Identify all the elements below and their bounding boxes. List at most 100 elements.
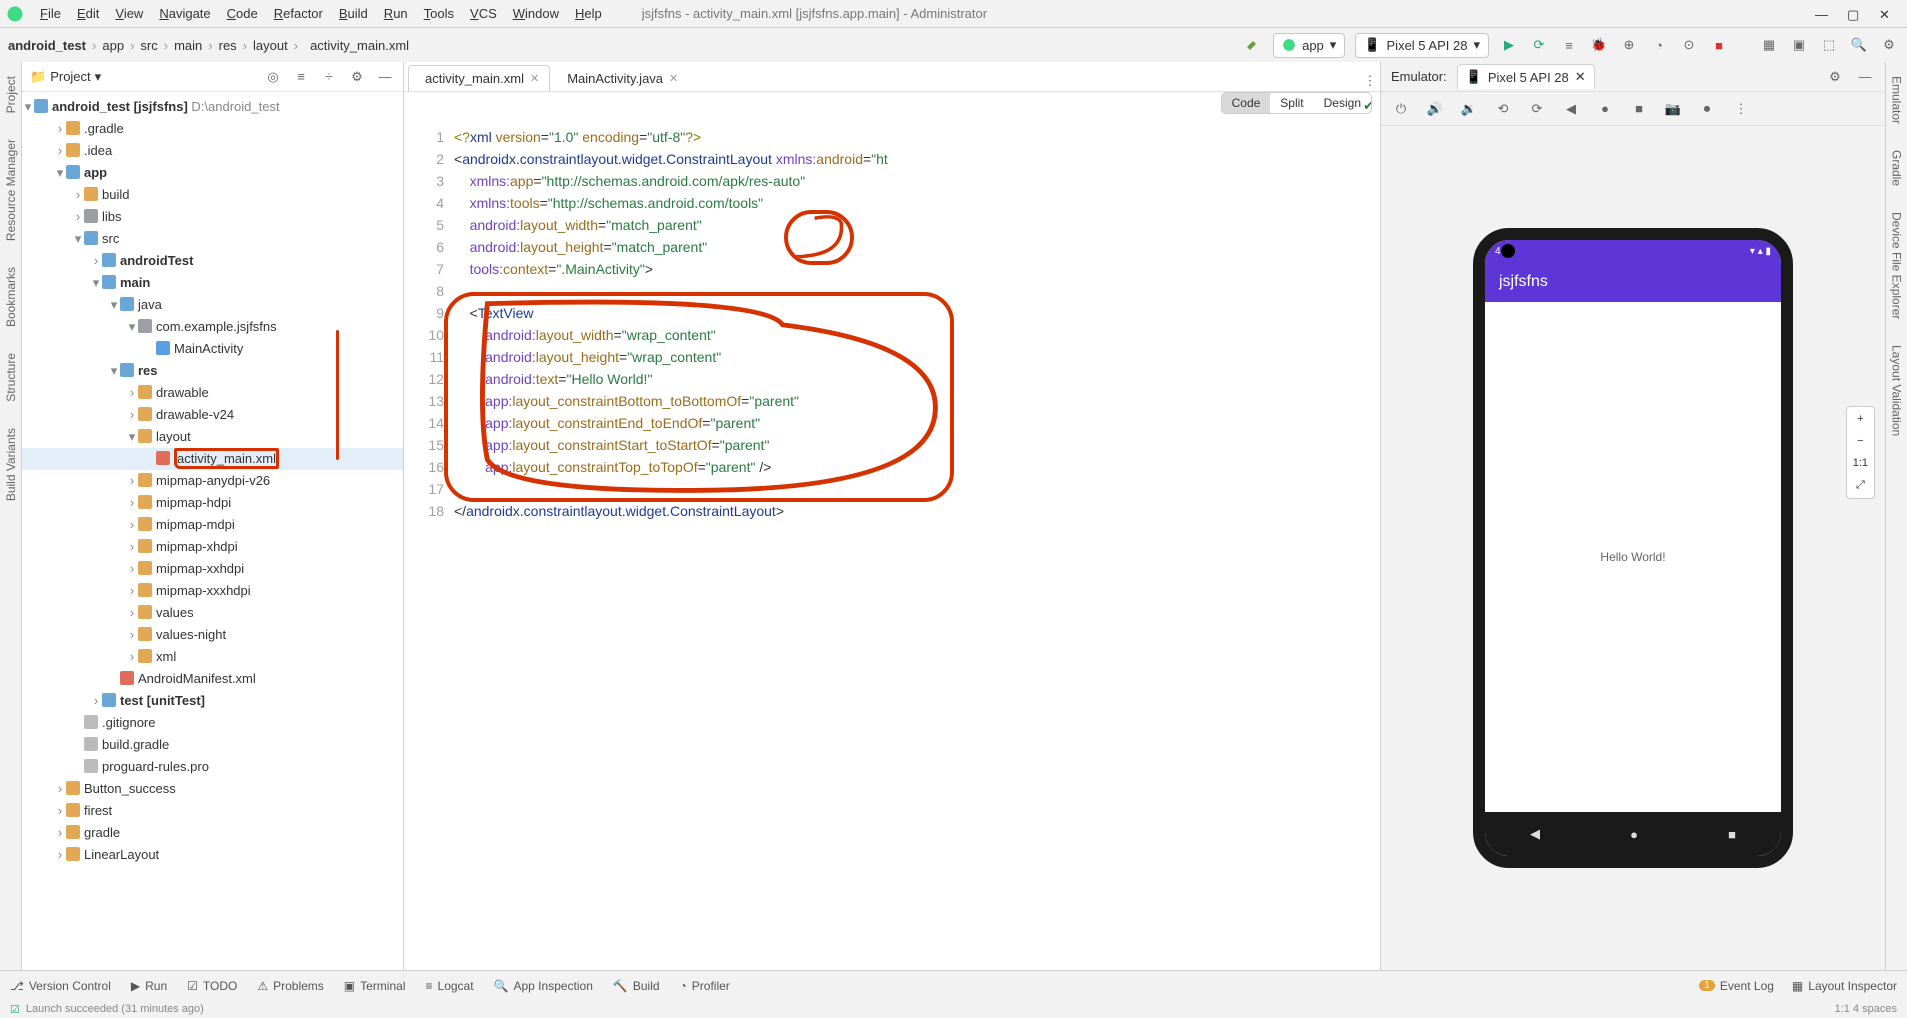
- menu-file[interactable]: File: [34, 4, 67, 23]
- breadcrumb-item[interactable]: src: [140, 38, 157, 53]
- menu-refactor[interactable]: Refactor: [268, 4, 329, 23]
- device-selector[interactable]: 📱 Pixel 5 API 28 ▾: [1355, 33, 1489, 58]
- breadcrumb-item[interactable]: android_test: [8, 38, 86, 53]
- code-line[interactable]: <?xml version="1.0" encoding="utf-8"?>: [454, 126, 1380, 148]
- bottom-problems[interactable]: ⚠Problems: [257, 979, 323, 993]
- menu-tools[interactable]: Tools: [418, 4, 460, 23]
- tree-item-test-unittest-[interactable]: ›test [unitTest]: [22, 690, 403, 712]
- tree-item--idea[interactable]: ›.idea: [22, 140, 403, 162]
- left-tab-structure[interactable]: Structure: [4, 347, 18, 408]
- tree-arrow-icon[interactable]: ›: [126, 493, 138, 513]
- tree-item-libs[interactable]: ›libs: [22, 206, 403, 228]
- tree-arrow-icon[interactable]: ▾: [90, 273, 102, 293]
- code-line[interactable]: app:layout_constraintStart_toStartOf="pa…: [454, 434, 1380, 456]
- tree-item-activity-main-xml[interactable]: activity_main.xml: [22, 448, 403, 470]
- emulator-tab[interactable]: 📱 Pixel 5 API 28 ✕: [1457, 64, 1595, 89]
- tree-item-build[interactable]: ›build: [22, 184, 403, 206]
- event-log-button[interactable]: 1 Event Log: [1699, 979, 1774, 993]
- nav-overview-icon[interactable]: ■: [1728, 827, 1736, 842]
- code-line[interactable]: app:layout_constraintTop_toTopOf="parent…: [454, 456, 1380, 478]
- tree-arrow-icon[interactable]: ›: [90, 251, 102, 271]
- tree-item-mainactivity[interactable]: MainActivity: [22, 338, 403, 360]
- tree-item-linearlayout[interactable]: ›LinearLayout: [22, 844, 403, 866]
- profiler-icon[interactable]: ◔: [1649, 35, 1669, 55]
- breadcrumb-item[interactable]: activity_main.xml: [310, 38, 409, 53]
- tree-item-mipmap-xhdpi[interactable]: ›mipmap-xhdpi: [22, 536, 403, 558]
- tree-arrow-icon[interactable]: ▾: [54, 163, 66, 183]
- tree-arrow-icon[interactable]: ›: [126, 581, 138, 601]
- menu-edit[interactable]: Edit: [71, 4, 105, 23]
- tree-item--gradle[interactable]: ›.gradle: [22, 118, 403, 140]
- code-line[interactable]: app:layout_constraintBottom_toBottomOf="…: [454, 390, 1380, 412]
- tree-arrow-icon[interactable]: ›: [126, 537, 138, 557]
- right-tab-device-file-explorer[interactable]: Device File Explorer: [1890, 206, 1904, 325]
- tree-arrow-icon[interactable]: ▾: [126, 427, 138, 447]
- apply-code-changes-icon[interactable]: ≡: [1559, 35, 1579, 55]
- project-view-selector[interactable]: 📁 Project ▾: [30, 69, 101, 85]
- bottom-profiler[interactable]: ◔Profiler: [680, 979, 730, 993]
- apply-changes-icon[interactable]: ⟳: [1529, 35, 1549, 55]
- screenshot-icon[interactable]: 📷: [1663, 99, 1683, 119]
- tree-arrow-icon[interactable]: ›: [54, 823, 66, 843]
- tree-item-mipmap-mdpi[interactable]: ›mipmap-mdpi: [22, 514, 403, 536]
- tree-item-xml[interactable]: ›xml: [22, 646, 403, 668]
- tree-item-app[interactable]: ▾app: [22, 162, 403, 184]
- tree-item-mipmap-xxhdpi[interactable]: ›mipmap-xxhdpi: [22, 558, 403, 580]
- code-editor[interactable]: 123456789101112131415161718 <?xml versio…: [404, 92, 1380, 970]
- tree-item-layout[interactable]: ▾layout: [22, 426, 403, 448]
- tree-item--gitignore[interactable]: .gitignore: [22, 712, 403, 734]
- more-tabs-icon[interactable]: ⋮: [1360, 71, 1380, 91]
- bottom-app-inspection[interactable]: 🔍App Inspection: [494, 979, 593, 993]
- tree-arrow-icon[interactable]: ›: [126, 471, 138, 491]
- code-line[interactable]: android:text="Hello World!": [454, 368, 1380, 390]
- layout-inspector-button[interactable]: ▦ Layout Inspector: [1792, 979, 1897, 993]
- code-line[interactable]: app:layout_constraintEnd_toEndOf="parent…: [454, 412, 1380, 434]
- left-tab-bookmarks[interactable]: Bookmarks: [4, 261, 18, 333]
- editor-tab-activity_main-xml[interactable]: activity_main.xml✕: [408, 65, 550, 91]
- tree-arrow-icon[interactable]: ›: [54, 119, 66, 139]
- tree-arrow-icon[interactable]: ▾: [72, 229, 84, 249]
- tree-arrow-icon[interactable]: ›: [126, 405, 138, 425]
- code-line[interactable]: android:layout_width="wrap_content": [454, 324, 1380, 346]
- tree-item-values[interactable]: ›values: [22, 602, 403, 624]
- tree-arrow-icon[interactable]: ›: [54, 141, 66, 161]
- code-text[interactable]: <?xml version="1.0" encoding="utf-8"?><a…: [454, 122, 1380, 970]
- device-nav-bar[interactable]: ◀ ● ■: [1485, 812, 1781, 856]
- tree-arrow-icon[interactable]: ›: [72, 207, 84, 227]
- view-mode-selector[interactable]: CodeSplitDesign: [1221, 92, 1372, 114]
- code-line[interactable]: <androidx.constraintlayout.widget.Constr…: [454, 148, 1380, 170]
- tree-item-mipmap-xxxhdpi[interactable]: ›mipmap-xxxhdpi: [22, 580, 403, 602]
- volume-down-icon[interactable]: 🔉: [1459, 99, 1479, 119]
- build-hammer-icon[interactable]: [1243, 35, 1263, 55]
- breadcrumb[interactable]: android_test›app›src›main›res›layout›act…: [8, 38, 409, 53]
- window-close-icon[interactable]: ✕: [1879, 7, 1893, 21]
- code-line[interactable]: tools:context=".MainActivity">: [454, 258, 1380, 280]
- record-icon[interactable]: ⏺: [1697, 99, 1717, 119]
- stop-icon[interactable]: ■: [1709, 35, 1729, 55]
- left-tab-build-variants[interactable]: Build Variants: [4, 422, 18, 507]
- emulated-device[interactable]: 4:01 ▾ ▴ ▮ jsjfsfns Hello World! ◀ ● ■: [1473, 228, 1793, 868]
- zoom-+[interactable]: +: [1853, 413, 1868, 425]
- volume-up-icon[interactable]: 🔊: [1425, 99, 1445, 119]
- nav-home-icon[interactable]: ●: [1630, 827, 1638, 842]
- code-line[interactable]: xmlns:tools="http://schemas.android.com/…: [454, 192, 1380, 214]
- nav-back-icon[interactable]: ◀: [1530, 826, 1540, 842]
- tree-item-androidmanifest-xml[interactable]: AndroidManifest.xml: [22, 668, 403, 690]
- tree-item-res[interactable]: ▾res: [22, 360, 403, 382]
- tree-item-java[interactable]: ▾java: [22, 294, 403, 316]
- menu-help[interactable]: Help: [569, 4, 608, 23]
- left-tab-resource-manager[interactable]: Resource Manager: [4, 133, 18, 247]
- tree-item-androidtest[interactable]: ›androidTest: [22, 250, 403, 272]
- tree-item-button-success[interactable]: ›Button_success: [22, 778, 403, 800]
- code-line[interactable]: <TextView: [454, 302, 1380, 324]
- window-minimize-icon[interactable]: —: [1815, 7, 1829, 21]
- close-icon[interactable]: ✕: [669, 72, 678, 85]
- tree-item-src[interactable]: ▾src: [22, 228, 403, 250]
- right-tab-gradle[interactable]: Gradle: [1890, 144, 1904, 192]
- right-tab-emulator[interactable]: Emulator: [1890, 70, 1904, 130]
- code-line[interactable]: [454, 280, 1380, 302]
- expand-all-icon[interactable]: ≡: [291, 67, 311, 87]
- rotate-right-icon[interactable]: ⟳: [1527, 99, 1547, 119]
- tree-arrow-icon[interactable]: ›: [126, 559, 138, 579]
- home-icon[interactable]: ●: [1595, 99, 1615, 119]
